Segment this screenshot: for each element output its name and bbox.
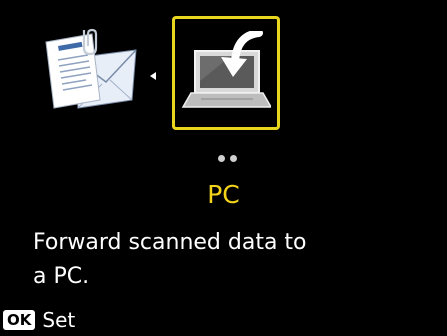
option-description: Forward scanned data to a PC. <box>33 226 433 294</box>
printer-lcd-screen: PC Forward scanned data to a PC. OK Set <box>0 0 447 336</box>
email-attachment-icon <box>45 28 137 109</box>
pc-option[interactable] <box>172 16 280 130</box>
description-line-1: Forward scanned data to <box>33 230 307 255</box>
page-indicator <box>218 155 242 163</box>
description-line-2: a PC. <box>33 264 90 289</box>
page-dot <box>230 155 237 162</box>
email-attachment-option[interactable] <box>40 28 140 114</box>
laptop-download-icon <box>181 31 271 108</box>
set-label: Set <box>42 308 76 332</box>
ok-button[interactable]: OK <box>3 310 36 330</box>
scroll-left-arrow-icon[interactable] <box>150 72 156 80</box>
selected-option-title: PC <box>207 180 240 209</box>
ok-set-hint: OK Set <box>3 306 75 334</box>
page-dot <box>218 155 225 162</box>
